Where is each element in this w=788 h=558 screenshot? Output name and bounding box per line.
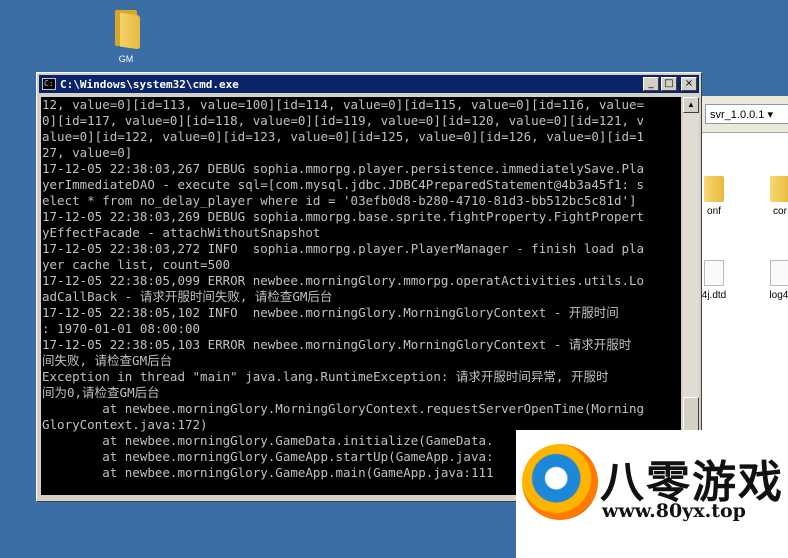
console-line: 间为0,请检查GM后台 bbox=[42, 385, 160, 400]
console-line: yerImmediateDAO - execute sql=[com.mysql… bbox=[42, 177, 645, 192]
folder-icon bbox=[770, 176, 788, 202]
explorer-toolbar: svr_1.0.0.1 ▾ bbox=[691, 96, 788, 133]
console-line: 12, value=0][id=113, value=100][id=114, … bbox=[42, 97, 645, 112]
console-line: elect * from no_delay_player where id = … bbox=[42, 193, 637, 208]
explorer-item-file[interactable]: log4j bbox=[755, 260, 788, 301]
file-icon bbox=[770, 260, 788, 286]
console-line: alue=0][id=122, value=0][id=123, value=0… bbox=[42, 129, 645, 144]
console-line: 17-12-05 22:38:05,102 INFO newbee.mornin… bbox=[42, 305, 619, 320]
console-line: 17-12-05 22:38:03,269 DEBUG sophia.mmorp… bbox=[42, 209, 645, 224]
console-line: yEffectFacade - attachWithoutSnapshot bbox=[42, 225, 321, 240]
console-line: 17-12-05 22:38:05,103 ERROR newbee.morni… bbox=[42, 337, 632, 352]
console-line: adCallBack - 请求开服时间失败, 请检查GM后台 bbox=[42, 289, 333, 304]
title-bar[interactable]: C: C:\Windows\system32\cmd.exe _ □ × bbox=[39, 75, 699, 93]
desktop-icon-gm[interactable]: GM bbox=[96, 6, 156, 64]
window-title: C:\Windows\system32\cmd.exe bbox=[60, 77, 239, 91]
console-line: 间失败, 请检查GM后台 bbox=[42, 353, 173, 368]
explorer-item-label: log4j bbox=[769, 290, 788, 301]
explorer-item-folder[interactable]: cor bbox=[755, 176, 788, 217]
folder-icon bbox=[704, 176, 724, 202]
desktop-icon-label: GM bbox=[118, 54, 134, 64]
console-line: yer cache list, count=500 bbox=[42, 257, 231, 272]
console-line: 0][id=117, value=0][id=118, value=0][id=… bbox=[42, 113, 645, 128]
console-line: at newbee.morningGlory.MorningGloryConte… bbox=[42, 401, 645, 416]
console-line: 17-12-05 22:38:05,099 ERROR newbee.morni… bbox=[42, 273, 645, 288]
watermark: 八零游戏 www.80yx.top bbox=[516, 430, 788, 558]
folder-icon bbox=[111, 6, 141, 50]
scroll-up-arrow-icon[interactable]: ▲ bbox=[683, 97, 699, 113]
minimize-button[interactable]: _ bbox=[643, 77, 659, 91]
cmd-app-icon: C: bbox=[42, 78, 56, 90]
address-bar[interactable]: svr_1.0.0.1 ▾ bbox=[705, 104, 788, 124]
explorer-item-label: cor bbox=[773, 206, 787, 217]
console-line: Exception in thread "main" java.lang.Run… bbox=[42, 369, 609, 384]
console-line: 17-12-05 22:38:03,267 DEBUG sophia.mmorp… bbox=[42, 161, 645, 176]
window-controls: _ □ × bbox=[643, 77, 697, 91]
console-line: : 1970-01-01 08:00:00 bbox=[42, 321, 201, 336]
watermark-logo-icon bbox=[522, 444, 598, 520]
watermark-url: www.80yx.top bbox=[602, 500, 746, 522]
close-button[interactable]: × bbox=[681, 77, 697, 91]
console-line: 27, value=0] bbox=[42, 145, 133, 160]
maximize-button[interactable]: □ bbox=[661, 77, 677, 91]
console-line: 17-12-05 22:38:03,272 INFO sophia.mmorpg… bbox=[42, 241, 645, 256]
file-icon bbox=[704, 260, 724, 286]
